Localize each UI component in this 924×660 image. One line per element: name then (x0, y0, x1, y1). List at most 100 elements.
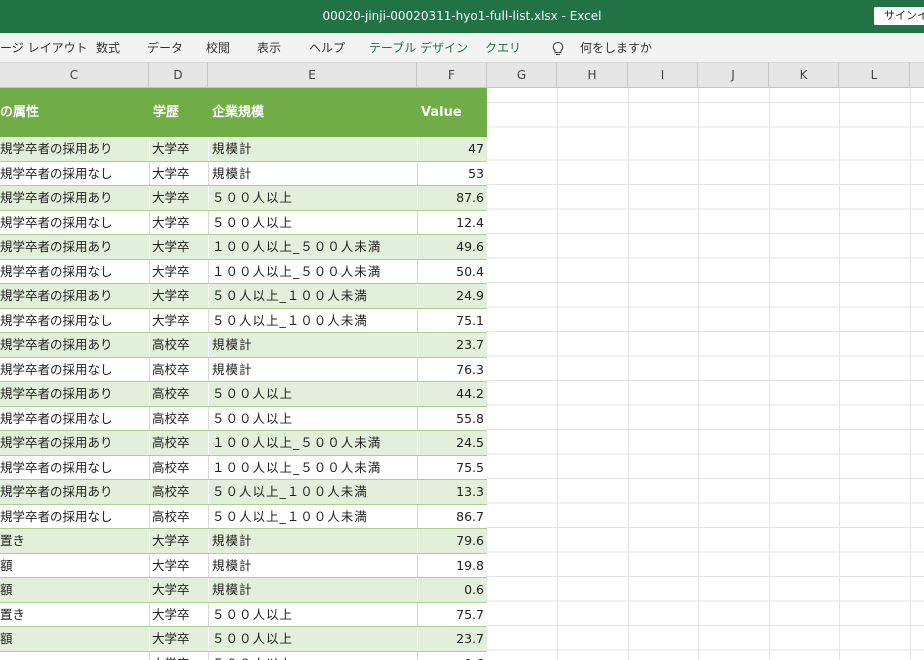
cell-education[interactable]: 大学卒 (152, 162, 206, 186)
cell-company-size[interactable]: 規模計 (212, 358, 416, 382)
cell-company-size[interactable]: ５０人以上_１００人未満 (212, 284, 416, 308)
cell-attr[interactable]: 規学卒者の採用なし (0, 309, 148, 333)
header-attr[interactable]: の属性 (0, 88, 39, 137)
cell-attr[interactable]: 規学卒者の採用あり (0, 235, 148, 259)
tab-review[interactable]: 校閲 (206, 33, 230, 63)
cell-education[interactable]: 大学卒 (152, 260, 206, 284)
cell-education[interactable]: 大学卒 (152, 309, 206, 333)
tab-query[interactable]: クエリ (485, 33, 521, 63)
table-row[interactable]: 規学卒者の採用あり 高校卒 １００人以上_５００人未満 24.5 (0, 431, 487, 456)
cell-value[interactable]: 0.6 (418, 578, 484, 602)
table-row[interactable]: 規学卒者の採用なし 大学卒 ５０人以上_１００人未満 75.1 (0, 308, 487, 333)
cell-value[interactable]: 76.3 (418, 358, 484, 382)
cell-company-size[interactable]: 規模計 (212, 554, 416, 578)
cell-company-size[interactable]: １００人以上_５００人未満 (212, 260, 416, 284)
column-header-c[interactable]: C (0, 63, 149, 87)
table-row[interactable]: 規学卒者の採用あり 大学卒 ５０人以上_１００人未満 24.9 (0, 284, 487, 309)
cell-attr[interactable]: 規学卒者の採用あり (0, 333, 148, 357)
cell-company-size[interactable]: １００人以上_５００人未満 (212, 456, 416, 480)
cell-company-size[interactable]: 規模計 (212, 578, 416, 602)
cell-education[interactable]: 高校卒 (152, 480, 206, 504)
table-row[interactable]: 額大学卒 規模計 19.8 (0, 553, 487, 578)
cell-education[interactable]: 高校卒 (152, 456, 206, 480)
header-value[interactable]: Value (421, 88, 462, 137)
cell-company-size[interactable]: ５００人以上 (212, 186, 416, 210)
cell-attr[interactable]: 規学卒者の採用あり (0, 431, 148, 455)
cell-attr[interactable]: 置き (0, 529, 148, 553)
cell-value[interactable]: 75.5 (418, 456, 484, 480)
table-row[interactable]: 置き 大学卒 ５００人以上 75.7 (0, 602, 487, 627)
cell-value[interactable]: 75.7 (418, 603, 484, 627)
cell-attr[interactable]: 額 (0, 554, 148, 578)
cell-attr[interactable]: 額 (0, 578, 148, 602)
cell-education[interactable]: 高校卒 (152, 505, 206, 529)
table-row[interactable]: 規学卒者の採用あり 高校卒 規模計 23.7 (0, 333, 487, 358)
table-row[interactable]: 規学卒者の採用なし 高校卒 ５０人以上_１００人未満 86.7 (0, 504, 487, 529)
cell-attr[interactable]: 規学卒者の採用なし (0, 505, 148, 529)
cell-education[interactable]: 大学卒 (152, 652, 206, 660)
cell-company-size[interactable]: ５００人以上 (212, 407, 416, 431)
cell-company-size[interactable]: ５００人以上 (212, 211, 416, 235)
cell-value[interactable]: 23.7 (418, 333, 484, 357)
table-row[interactable]: 規学卒者の採用なし 大学卒 ５００人以上 12.4 (0, 210, 487, 235)
cell-company-size[interactable]: ５０人以上_１００人未満 (212, 505, 416, 529)
cell-education[interactable]: 大学卒 (152, 137, 206, 161)
cell-education[interactable]: 大学卒 (152, 235, 206, 259)
cell-company-size[interactable]: ５０人以上_１００人未満 (212, 309, 416, 333)
cell-education[interactable]: 高校卒 (152, 431, 206, 455)
cell-company-size[interactable]: 規模計 (212, 137, 416, 161)
cell-value[interactable]: 19.8 (418, 554, 484, 578)
table-row[interactable]: 規学卒者の採用あり 高校卒 ５０人以上_１００人未満 13.3 (0, 480, 487, 505)
cell-value[interactable]: 13.3 (418, 480, 484, 504)
cell-company-size[interactable]: １００人以上_５００人未満 (212, 235, 416, 259)
cell-attr[interactable]: 規学卒者の採用なし (0, 260, 148, 284)
table-row[interactable]: 規学卒者の採用なし 高校卒 規模計 76.3 (0, 357, 487, 382)
cell-company-size[interactable]: 規模計 (212, 529, 416, 553)
cell-education[interactable]: 大学卒 (152, 186, 206, 210)
empty-cells[interactable] (487, 88, 924, 660)
column-header-f[interactable]: F (417, 63, 487, 87)
cell-attr[interactable]: 規学卒者の採用あり (0, 186, 148, 210)
table-row[interactable]: 大学卒 ５００人以上0.6 (0, 651, 487, 660)
cell-value[interactable]: 24.5 (418, 431, 484, 455)
cell-company-size[interactable]: １００人以上_５００人未満 (212, 431, 416, 455)
cell-attr[interactable]: 規学卒者の採用なし (0, 211, 148, 235)
cell-attr[interactable] (0, 652, 148, 660)
cell-company-size[interactable]: ５００人以上 (212, 652, 416, 660)
tab-data[interactable]: データ (147, 33, 183, 63)
header-company-size[interactable]: 企業規模 (212, 88, 264, 137)
cell-value[interactable]: 87.6 (418, 186, 484, 210)
header-education[interactable]: 学歴 (153, 88, 179, 137)
cell-education[interactable]: 大学卒 (152, 529, 206, 553)
cell-value[interactable]: 24.9 (418, 284, 484, 308)
table-row[interactable]: 額大学卒 規模計 0.6 (0, 578, 487, 603)
cell-education[interactable]: 大学卒 (152, 603, 206, 627)
cell-company-size[interactable]: ５００人以上 (212, 382, 416, 406)
tab-formulas[interactable]: 数式 (96, 33, 120, 63)
cell-value[interactable]: 49.6 (418, 235, 484, 259)
tab-page-layout[interactable]: ージ レイアウト (0, 33, 88, 63)
table-row[interactable]: 置き 大学卒 規模計 79.6 (0, 529, 487, 554)
cell-education[interactable]: 大学卒 (152, 211, 206, 235)
cell-attr[interactable]: 規学卒者の採用なし (0, 358, 148, 382)
cell-attr[interactable]: 規学卒者の採用あり (0, 284, 148, 308)
tab-help[interactable]: ヘルプ (309, 33, 345, 63)
table-row[interactable]: 規学卒者の採用なし 高校卒 ５００人以上 55.8 (0, 406, 487, 431)
cell-company-size[interactable]: 規模計 (212, 333, 416, 357)
cell-attr[interactable]: 置き (0, 603, 148, 627)
cell-value[interactable]: 12.4 (418, 211, 484, 235)
tab-view[interactable]: 表示 (257, 33, 281, 63)
column-header-e[interactable]: E (208, 63, 417, 87)
column-header-g[interactable]: G (487, 63, 557, 87)
cell-value[interactable]: 44.2 (418, 382, 484, 406)
cell-education[interactable]: 大学卒 (152, 578, 206, 602)
column-header-h[interactable]: H (557, 63, 628, 87)
tell-me-search[interactable]: 何をしますか (580, 33, 652, 63)
column-header-d[interactable]: D (149, 63, 208, 87)
worksheet-grid[interactable]: の属性 学歴 企業規模 Value 規学卒者の採用あり 大学卒 規模計 47 規学卒者の… (0, 88, 924, 660)
cell-attr[interactable]: 額 (0, 627, 148, 651)
cell-company-size[interactable]: ５００人以上 (212, 627, 416, 651)
cell-value[interactable]: 47 (418, 137, 484, 161)
cell-value[interactable]: 79.6 (418, 529, 484, 553)
column-header-l[interactable]: L (839, 63, 910, 87)
